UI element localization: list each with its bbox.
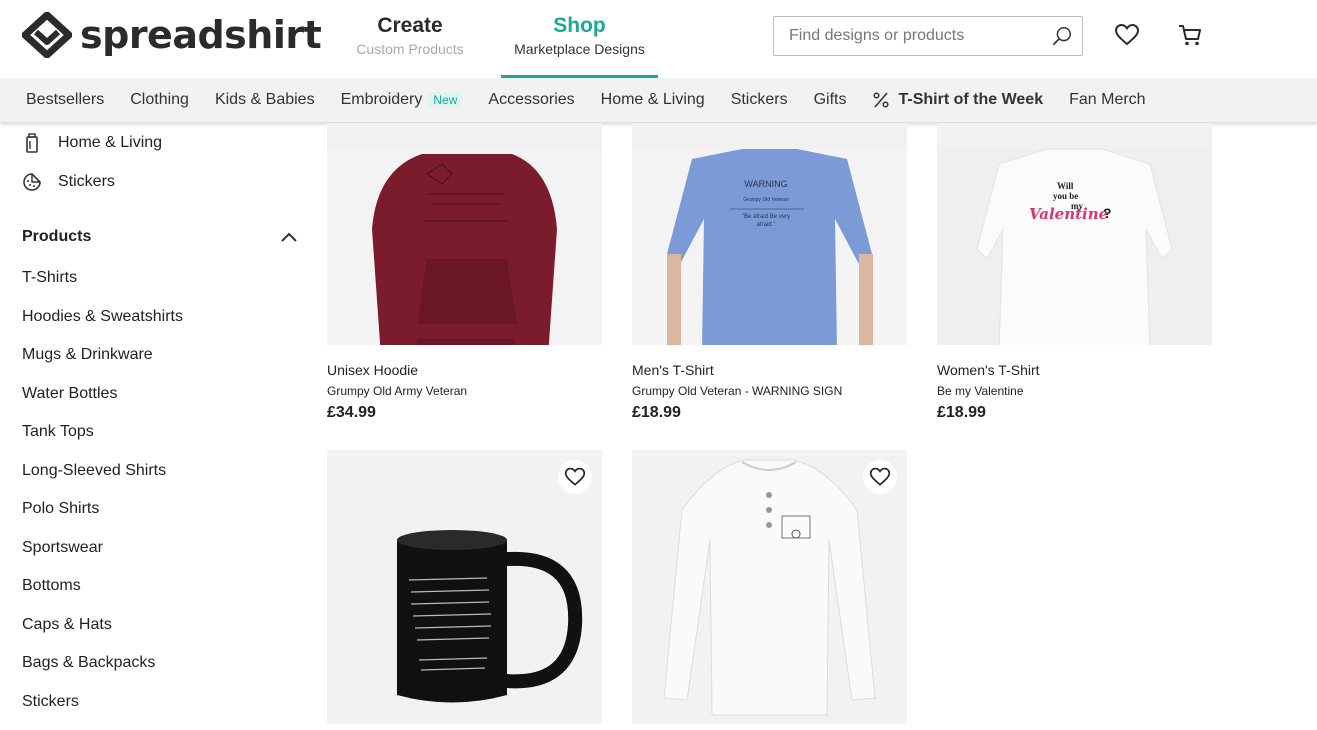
sidebar-item-sportswear[interactable]: Sportswear (22, 538, 183, 577)
sidebar-item-caps-hats[interactable]: Caps & Hats (22, 615, 183, 654)
product-card[interactable]: Unisex Hoodie Grumpy Old Army Veteran £3… (327, 123, 602, 422)
sticker-icon (22, 172, 42, 192)
nav-tshirt-of-the-week[interactable]: T-Shirt of the Week (872, 91, 1043, 109)
home-living-icon (22, 133, 42, 153)
product-type: Women's T-Shirt (937, 362, 1212, 378)
print-afraid-2: afraid." (757, 222, 776, 228)
sidebar-item-long-sleeved[interactable]: Long-Sleeved Shirts (22, 461, 183, 500)
product-price: £18.99 (632, 404, 907, 422)
heart-icon (869, 466, 891, 488)
products-heading: Products (22, 228, 91, 246)
nav-kids-babies-label: Kids & Babies (215, 91, 315, 109)
product-type: Men's T-Shirt (632, 362, 907, 378)
logo-heart-icon (22, 12, 72, 58)
brand-name: spreadshirt (80, 13, 321, 57)
spreadshirt-logo[interactable]: spreadshirt (22, 12, 321, 58)
tab-create[interactable]: Create Custom Products (340, 14, 480, 57)
product-name[interactable]: Grumpy Old Army Veteran (327, 384, 602, 398)
tab-create-subtitle: Custom Products (340, 41, 480, 57)
nav-clothing[interactable]: Clothing (130, 91, 189, 109)
sidebar-item-label: Home & Living (58, 134, 162, 152)
product-card[interactable]: WARNING Grumpy Old Veteran "Be afraid Be… (632, 123, 907, 422)
search-input[interactable] (774, 18, 1036, 54)
product-type-list: T-Shirts Hoodies & Sweatshirts Mugs & Dr… (22, 268, 183, 730)
print-will: Will (1057, 181, 1074, 191)
product-price: £34.99 (327, 404, 602, 422)
sidebar-item-tshirts[interactable]: T-Shirts (22, 268, 183, 307)
chevron-up-icon[interactable] (280, 228, 298, 246)
nav-fan-merch[interactable]: Fan Merch (1069, 91, 1145, 109)
sidebar-item-water-bottles[interactable]: Water Bottles (22, 384, 183, 423)
nav-bestsellers[interactable]: Bestsellers (26, 91, 104, 109)
product-name[interactable]: Be my Valentine (937, 384, 1212, 398)
print-afraid-1: "Be afraid Be very (742, 214, 790, 220)
mug-image (327, 450, 602, 724)
tab-shop-subtitle: Marketplace Designs (501, 41, 658, 57)
percent-icon (872, 91, 890, 109)
nav-stickers[interactable]: Stickers (731, 91, 788, 109)
nav-accessories[interactable]: Accessories (488, 91, 574, 109)
nav-tshirt-of-the-week-label: T-Shirt of the Week (898, 91, 1043, 109)
product-image[interactable]: Will you be my Valentine ? (937, 123, 1212, 345)
nav-gifts[interactable]: Gifts (814, 91, 847, 109)
print-question: ? (1103, 205, 1112, 221)
nav-kids-babies[interactable]: Kids & Babies (215, 91, 315, 109)
sidebar-item-bottoms[interactable]: Bottoms (22, 576, 183, 615)
product-type: Unisex Hoodie (327, 362, 602, 378)
product-image[interactable] (327, 450, 602, 724)
sidebar-item-polo[interactable]: Polo Shirts (22, 499, 183, 538)
sidebar-item-stickers[interactable]: Stickers (22, 172, 115, 192)
wishlist-button[interactable] (558, 460, 592, 494)
sidebar-item-home-living[interactable]: Home & Living (22, 133, 162, 153)
nav-gifts-label: Gifts (814, 91, 847, 109)
search-icon[interactable] (1051, 25, 1073, 47)
product-image[interactable] (632, 450, 907, 724)
sidebar-item-tank-tops[interactable]: Tank Tops (22, 422, 183, 461)
tab-shop-title: Shop (501, 14, 658, 38)
nav-clothing-label: Clothing (130, 91, 189, 109)
nav-home-living-label: Home & Living (601, 91, 705, 109)
nav-home-living[interactable]: Home & Living (601, 91, 705, 109)
search-box (773, 16, 1083, 56)
sidebar-item-label: Stickers (58, 173, 115, 191)
wishlist-heart-icon[interactable] (1114, 22, 1140, 48)
wishlist-button[interactable] (863, 460, 897, 494)
nav-stickers-label: Stickers (731, 91, 788, 109)
nav-bestsellers-label: Bestsellers (26, 91, 104, 109)
filter-sidebar: Home & Living Stickers Products T-Shirts… (0, 123, 320, 724)
product-price: £18.99 (937, 404, 1212, 422)
products-filter-header[interactable]: Products (22, 228, 298, 246)
cart-icon[interactable] (1177, 22, 1203, 48)
print-you-be: you be (1053, 191, 1078, 201)
long-sleeve-shirt-image (632, 450, 907, 724)
print-valentine: Valentine (1029, 205, 1108, 223)
print-veteran: Grumpy Old Veteran (743, 197, 789, 203)
hoodie-image (327, 123, 602, 345)
sidebar-item-bags[interactable]: Bags & Backpacks (22, 653, 183, 692)
tab-shop[interactable]: Shop Marketplace Designs (501, 14, 658, 78)
nav-accessories-label: Accessories (488, 91, 574, 109)
product-card[interactable] (632, 450, 907, 724)
nav-embroidery-label: Embroidery (341, 91, 423, 109)
product-image[interactable] (327, 123, 602, 345)
nav-embroidery[interactable]: Embroidery New (341, 91, 463, 109)
tab-create-title: Create (340, 14, 480, 38)
category-nav: Bestsellers Clothing Kids & Babies Embro… (0, 78, 1317, 123)
product-image[interactable]: WARNING Grumpy Old Veteran "Be afraid Be… (632, 123, 907, 345)
new-badge: New (428, 92, 462, 108)
mens-tshirt-image: WARNING Grumpy Old Veteran "Be afraid Be… (632, 123, 907, 345)
nav-fan-merch-label: Fan Merch (1069, 91, 1145, 109)
sidebar-item-stickers-product[interactable]: Stickers (22, 692, 183, 730)
sidebar-item-hoodies[interactable]: Hoodies & Sweatshirts (22, 307, 183, 346)
header: spreadshirt Create Custom Products Shop … (0, 0, 1317, 78)
product-card[interactable] (327, 450, 602, 724)
print-warning: WARNING (744, 179, 787, 189)
womens-tshirt-image: Will you be my Valentine ? (937, 123, 1212, 345)
product-card[interactable]: Will you be my Valentine ? Women's T-Shi… (937, 123, 1212, 422)
product-name[interactable]: Grumpy Old Veteran - WARNING SIGN (632, 384, 907, 398)
heart-icon (564, 466, 586, 488)
sidebar-item-mugs[interactable]: Mugs & Drinkware (22, 345, 183, 384)
